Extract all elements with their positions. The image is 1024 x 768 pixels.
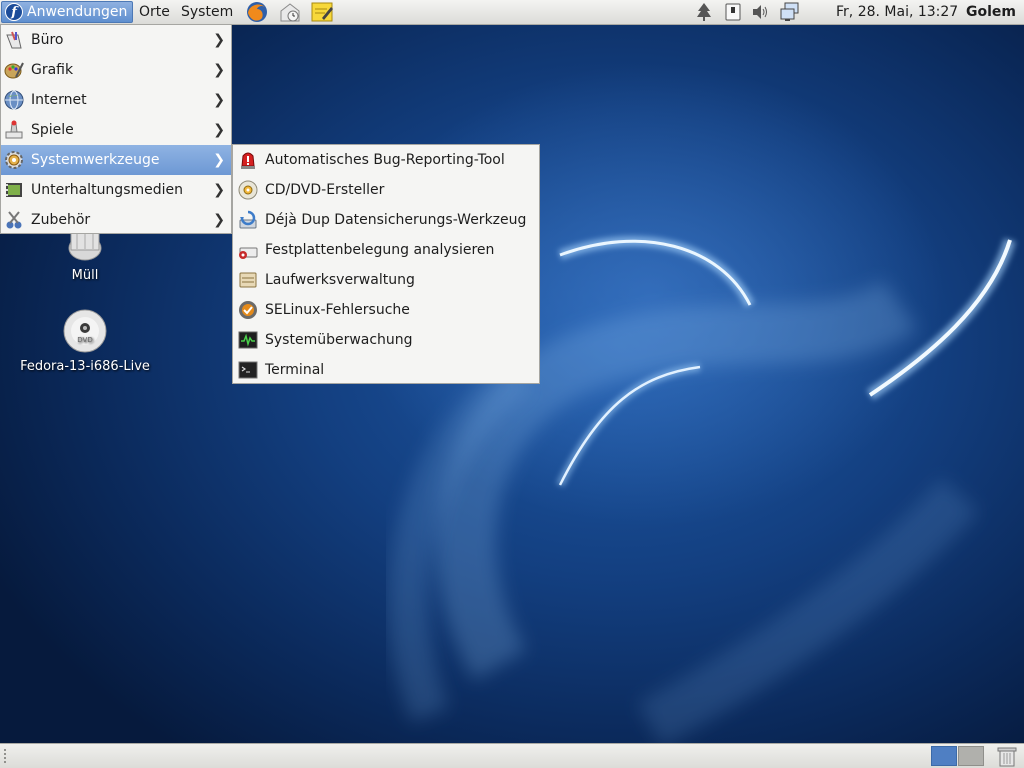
games-icon (5, 120, 23, 139)
submenu-item-bug-reporting[interactable]: Automatisches Bug-Reporting-Tool (233, 145, 539, 175)
workspace-2-button[interactable] (958, 746, 984, 766)
drive-manager-icon (239, 272, 257, 288)
tree-update-icon[interactable] (694, 2, 714, 22)
trash-applet-icon[interactable] (996, 746, 1018, 767)
fedora-logo-icon: f (5, 3, 23, 21)
submenu-item-label: SELinux-Fehlersuche (265, 302, 410, 318)
menu-item-internet[interactable]: Internet ❯ (1, 85, 231, 115)
network-icon[interactable] (780, 2, 800, 22)
system-menu-button[interactable]: System (176, 1, 238, 23)
internet-globe-icon (4, 90, 24, 110)
top-panel: f Anwendungen Orte System Fr, 28. Mai, 13… (0, 0, 1024, 25)
disk-usage-icon (239, 247, 258, 259)
submenu-item-cd-dvd-creator[interactable]: CD/DVD-Ersteller (233, 175, 539, 205)
places-menu-button[interactable]: Orte (134, 1, 175, 23)
submenu-item-label: Automatisches Bug-Reporting-Tool (265, 152, 505, 168)
chevron-right-icon: ❯ (213, 62, 225, 78)
submenu-item-terminal[interactable]: Terminal (233, 355, 539, 385)
submenu-item-label: Systemüberwachung (265, 332, 413, 348)
chevron-right-icon: ❯ (213, 212, 225, 228)
submenu-item-label: Festplattenbelegung analysieren (265, 242, 495, 258)
office-icon (6, 31, 22, 49)
chevron-right-icon: ❯ (213, 32, 225, 48)
graphics-icon (4, 62, 24, 79)
menu-item-label: Internet (31, 92, 87, 108)
submenu-item-label: CD/DVD-Ersteller (265, 182, 385, 198)
applications-menu-label: Anwendungen (27, 4, 128, 20)
firefox-icon[interactable] (245, 1, 269, 23)
backup-icon (239, 210, 257, 229)
desktop-icon-label: Müll (71, 268, 99, 283)
desktop-icon-fedora-live-dvd[interactable]: DVD Fedora-13-i686-Live (15, 309, 155, 374)
system-tools-icon (5, 151, 23, 169)
menu-item-system-tools[interactable]: Systemwerkzeuge ❯ (1, 145, 231, 175)
menu-item-games[interactable]: Spiele ❯ (1, 115, 231, 145)
submenu-item-deja-dup[interactable]: Déjà Dup Datensicherungs-Werkzeug (233, 205, 539, 235)
selinux-icon (239, 301, 257, 319)
dvd-disc-label: DVD (77, 336, 92, 344)
submenu-item-label: Terminal (265, 362, 325, 378)
menu-item-label: Unterhaltungsmedien (31, 182, 184, 198)
submenu-item-system-monitor[interactable]: Systemüberwachung (233, 325, 539, 355)
panel-user-switcher[interactable]: Golem (966, 0, 1016, 24)
submenu-item-selinux-troubleshooter[interactable]: SELinux-Fehlersuche (233, 295, 539, 325)
bottom-panel (0, 743, 1024, 768)
panel-handle[interactable] (3, 748, 7, 764)
menu-item-label: Systemwerkzeuge (31, 152, 160, 168)
accessories-icon (6, 211, 22, 229)
menu-item-label: Zubehör (31, 212, 91, 228)
desktop-icon-label: Fedora-13-i686-Live (20, 359, 150, 374)
menu-item-multimedia[interactable]: Unterhaltungsmedien ❯ (1, 175, 231, 205)
chevron-right-icon: ❯ (213, 182, 225, 198)
chevron-right-icon: ❯ (213, 152, 225, 168)
menu-item-label: Büro (31, 32, 64, 48)
bug-alert-icon (241, 152, 255, 169)
notes-editor-icon[interactable] (310, 1, 334, 23)
applications-menu: Büro ❯ Grafik ❯ Internet ❯ Spiele ❯ Syst… (0, 24, 232, 234)
menu-item-label: Grafik (31, 62, 74, 78)
applications-menu-button[interactable]: f Anwendungen (1, 1, 134, 23)
submenu-item-label: Laufwerksverwaltung (265, 272, 415, 288)
dvd-icon: DVD (63, 309, 107, 353)
cd-burner-icon (238, 180, 258, 200)
submenu-item-disk-usage[interactable]: Festplattenbelegung analysieren (233, 235, 539, 265)
menu-item-accessories[interactable]: Zubehör ❯ (1, 205, 231, 235)
volume-icon[interactable] (750, 2, 770, 22)
system-monitor-icon (238, 331, 258, 349)
submenu-item-label: Déjà Dup Datensicherungs-Werkzeug (265, 212, 527, 228)
evolution-mail-icon[interactable] (278, 1, 302, 23)
workspace-1-button[interactable] (931, 746, 957, 766)
menu-item-label: Spiele (31, 122, 74, 138)
chevron-right-icon: ❯ (213, 122, 225, 138)
menu-item-graphics[interactable]: Grafik ❯ (1, 55, 231, 85)
chevron-right-icon: ❯ (213, 92, 225, 108)
menu-item-office[interactable]: Büro ❯ (1, 25, 231, 55)
panel-clock[interactable]: Fr, 28. Mai, 13:27 (836, 0, 958, 24)
submenu-item-drive-manager[interactable]: Laufwerksverwaltung (233, 265, 539, 295)
multimedia-icon (6, 183, 22, 197)
removable-media-icon[interactable] (723, 2, 743, 22)
terminal-icon (238, 361, 258, 379)
system-tools-submenu: Automatisches Bug-Reporting-Tool CD/DVD-… (232, 144, 540, 384)
